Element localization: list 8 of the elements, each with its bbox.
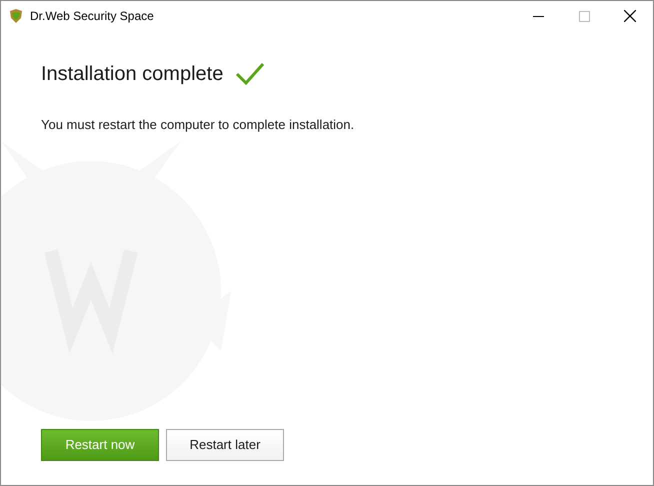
- checkmark-icon: [235, 62, 266, 86]
- restart-later-button[interactable]: Restart later: [166, 429, 284, 461]
- shield-logo-icon: [9, 9, 23, 23]
- window-title: Dr.Web Security Space: [30, 8, 154, 25]
- maximize-icon: [578, 10, 590, 22]
- close-icon: [624, 10, 636, 22]
- heading: Installation complete: [41, 62, 224, 87]
- message: You must restart the computer to complete installation.: [41, 116, 356, 134]
